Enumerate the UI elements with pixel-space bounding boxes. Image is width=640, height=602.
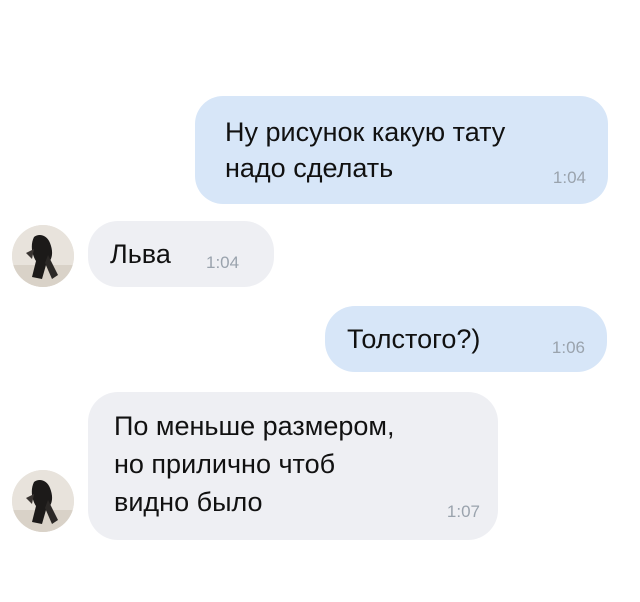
message-time: 1:04 xyxy=(552,168,586,187)
message-time: 1:06 xyxy=(551,338,585,357)
message-bubble-outgoing[interactable]: Толстого?) 1:06 xyxy=(325,306,607,372)
contact-avatar[interactable] xyxy=(12,225,74,287)
message-text: Ну рисунок какую тату надо сделать xyxy=(225,117,506,183)
avatar-photo xyxy=(12,470,74,532)
message-bubble-incoming[interactable]: Льва 1:04 xyxy=(88,221,274,287)
message-text: По меньше размером, но прилично чтоб вид… xyxy=(114,411,395,517)
message-time: 1:04 xyxy=(206,253,240,272)
message-bubble-outgoing[interactable]: Ну рисунок какую тату надо сделать 1:04 xyxy=(195,96,608,204)
message-bubble-incoming[interactable]: По меньше размером, но прилично чтоб вид… xyxy=(88,392,498,540)
message-time: 1:07 xyxy=(446,502,480,521)
contact-avatar[interactable] xyxy=(12,470,74,532)
chat-thread: Ну рисунок какую тату надо сделать 1:04 … xyxy=(0,0,640,602)
avatar-photo xyxy=(12,225,74,287)
